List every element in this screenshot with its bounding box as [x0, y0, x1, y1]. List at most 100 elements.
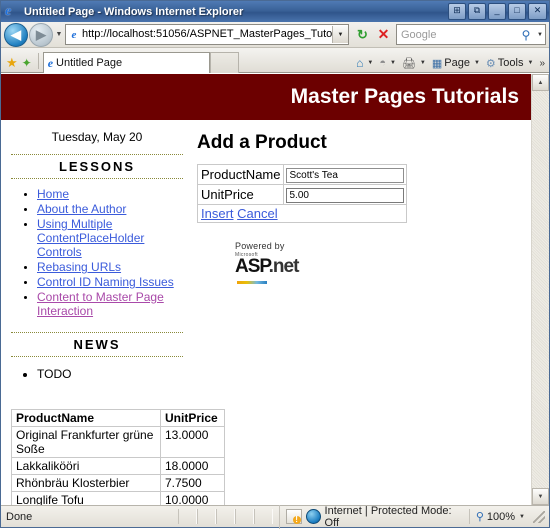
productname-label: ProductName [196, 164, 285, 185]
browser-window: e Untitled Page - Windows Internet Explo… [0, 0, 550, 529]
home-button[interactable]: ⌂ [354, 56, 365, 70]
page-title: Add a Product [197, 132, 327, 153]
sidebar-link-rebasing-urls[interactable]: Rebasing URLs [37, 260, 121, 274]
add-to-favorites-icon[interactable]: ✦ [20, 57, 36, 72]
page-menu-button[interactable]: ▦ Page [430, 57, 472, 70]
refresh-button[interactable]: ↻ [352, 24, 373, 45]
scroll-down-button[interactable]: ▼ [532, 488, 549, 505]
sidebar: Tuesday, May 20 LESSONS Home About the A… [1, 120, 193, 395]
minimize-button[interactable]: _ [488, 3, 506, 20]
new-tab-button[interactable] [209, 52, 239, 73]
maximize-button[interactable]: □ [508, 3, 526, 20]
sidebar-link-home[interactable]: Home [37, 187, 69, 201]
tools-menu-button[interactable]: ⚙ Tools [484, 57, 526, 70]
list-item: Content to Master Page Interaction [37, 290, 183, 318]
search-input[interactable]: Google [397, 29, 517, 41]
sidebar-link-about-the-author[interactable]: About the Author [37, 202, 126, 216]
cell-productname: Original Frankfurter grüne Soße [11, 426, 161, 458]
toolbar-divider [37, 53, 39, 69]
insert-link[interactable]: Insert [201, 206, 234, 221]
page-dropdown-icon[interactable]: ▼ [473, 60, 483, 66]
unitprice-input[interactable] [286, 188, 405, 203]
list-item: TODO [37, 367, 183, 381]
security-zone[interactable]: Internet | Protected Mode: Off [278, 504, 469, 529]
dotnet-text: .net [268, 256, 300, 277]
tab-favicon-icon: e [47, 55, 54, 70]
home-dropdown-icon[interactable]: ▼ [366, 60, 376, 66]
favorites-center-icon[interactable]: ★ [4, 56, 20, 72]
zoom-dropdown-icon[interactable]: ▼ [518, 514, 528, 520]
close-button[interactable]: ✕ [528, 3, 547, 20]
sidebar-link-content-to-master-page-interaction[interactable]: Content to Master Page Interaction [37, 290, 164, 318]
list-item: Rebasing URLs [37, 260, 183, 274]
status-cell [196, 509, 216, 524]
vertical-scrollbar[interactable]: ▲ ▼ [531, 74, 549, 505]
back-button[interactable]: ◀ [4, 22, 28, 47]
forward-button[interactable]: ▶ [29, 22, 53, 47]
tools-dropdown-icon[interactable]: ▼ [526, 60, 536, 66]
sidebar-link-using-multiple-contentplaceholder-controls[interactable]: Using Multiple ContentPlaceHolder Contro… [37, 217, 144, 259]
gear-icon: ⚙ [485, 57, 496, 70]
table-row: Lakkalikööri 18.0000 [11, 457, 225, 475]
search-provider-dropdown-icon[interactable]: ▼ [535, 32, 545, 38]
lessons-list: Home About the Author Using Multiple Con… [11, 187, 183, 318]
search-box[interactable]: Google ⚲ ▼ [396, 24, 546, 45]
restore-icon[interactable]: ⧉ [468, 3, 486, 20]
scrollbar-track[interactable] [532, 91, 549, 488]
site-banner: Master Pages Tutorials [1, 74, 531, 120]
web-page-content: Master Pages Tutorials Tuesday, May 20 L… [1, 74, 531, 505]
feeds-button[interactable]: ◓ [377, 57, 388, 69]
page-icon: ▦ [431, 57, 443, 70]
scroll-up-button[interactable]: ▲ [532, 74, 549, 91]
tab-untitled-page[interactable]: e Untitled Page [42, 52, 210, 73]
sidebar-link-control-id-naming-issues[interactable]: Control ID Naming Issues [37, 275, 174, 289]
print-button[interactable]: 🖨 [400, 57, 418, 70]
table-row: Rhönbräu Klosterbier 7.7500 [11, 474, 225, 492]
rss-feed-icon: ◓ [379, 57, 386, 69]
history-dropdown-icon[interactable]: ▼ [53, 31, 65, 38]
table-header-row: ProductName UnitPrice [11, 409, 225, 427]
toolbar-overflow-icon[interactable]: » [537, 58, 545, 69]
list-item: About the Author [37, 202, 183, 216]
zoom-level-label: 100% [486, 510, 516, 523]
table-row: Original Frankfurter grüne Soße 13.0000 [11, 426, 225, 458]
refresh-icon: ↻ [357, 26, 368, 42]
form-row-productname: ProductName [196, 164, 408, 185]
cell-unitprice: 10.0000 [160, 491, 225, 505]
status-cell [177, 509, 197, 524]
cell-unitprice: 7.7500 [160, 474, 225, 492]
list-item: Home [37, 187, 183, 201]
command-bar: ⌂ ▼ ◓ ▼ 🖨 ▼ ▦ Page ▼ ⚙ Tools ▼ » [354, 56, 549, 72]
tools-menu-label: Tools [497, 57, 524, 69]
products-grid-wrapper: ProductName UnitPrice Original Frankfurt… [1, 395, 531, 505]
page-columns: Tuesday, May 20 LESSONS Home About the A… [1, 120, 531, 395]
status-cell [253, 509, 273, 524]
form-commands-cell: Insert Cancel [196, 204, 408, 223]
home-icon: ⌂ [356, 56, 364, 70]
search-icon[interactable]: ⚲ [517, 28, 535, 42]
status-bar: Done Internet | Protected Mode: Off ⚲ 10… [1, 504, 549, 529]
resize-grip[interactable] [533, 510, 545, 523]
title-bar: e Untitled Page - Windows Internet Explo… [1, 1, 549, 22]
address-dropdown-icon[interactable]: ▼ [332, 26, 348, 43]
lessons-heading: LESSONS [11, 154, 183, 179]
list-item: Using Multiple ContentPlaceHolder Contro… [37, 217, 183, 259]
protected-mode-warning-icon [285, 509, 302, 524]
status-cell [215, 509, 235, 524]
restore-down-icon[interactable]: ⊞ [448, 3, 466, 20]
print-dropdown-icon[interactable]: ▼ [419, 60, 429, 66]
table-row: Longlife Tofu 10.0000 [11, 491, 225, 505]
cell-unitprice: 18.0000 [160, 457, 225, 475]
stop-button[interactable]: ✕ [373, 24, 394, 45]
cancel-link[interactable]: Cancel [237, 206, 277, 221]
form-row-unitprice: UnitPrice [196, 184, 408, 205]
powered-by-label: Powered by [235, 241, 285, 251]
address-input[interactable]: e http://localhost:51056/ASPNET_MasterPa… [65, 24, 349, 45]
stop-icon: ✕ [377, 26, 390, 42]
unitprice-label: UnitPrice [196, 184, 285, 205]
feeds-dropdown-icon[interactable]: ▼ [389, 60, 399, 66]
zoom-control[interactable]: ⚲ 100% ▼ [468, 509, 549, 524]
asp-text: ASP [235, 256, 270, 277]
productname-input[interactable] [286, 168, 405, 183]
cell-productname: Rhönbräu Klosterbier [11, 474, 161, 492]
